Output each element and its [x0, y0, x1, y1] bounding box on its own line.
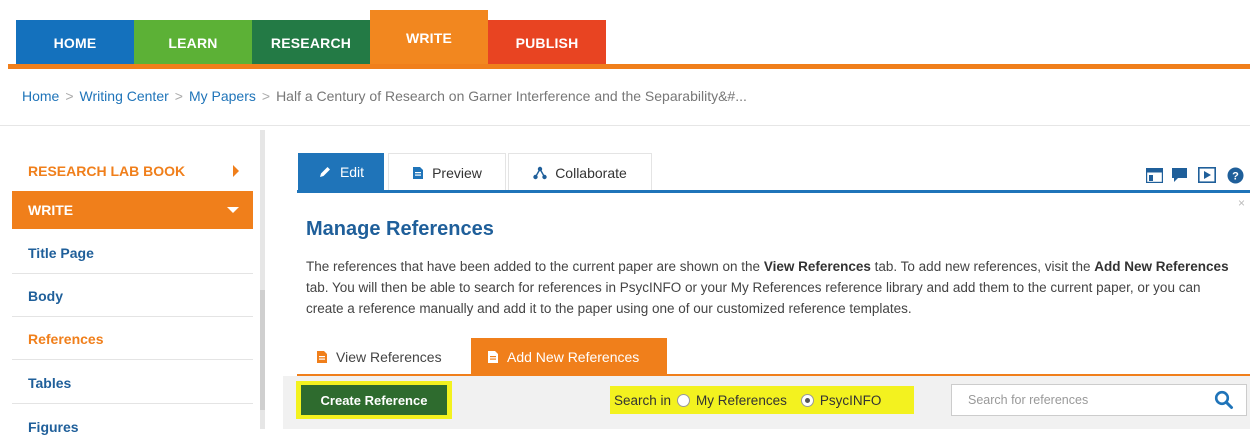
document-icon: [488, 351, 498, 363]
breadcrumb-home[interactable]: Home: [22, 88, 59, 104]
breadcrumb-separator: >: [261, 88, 271, 104]
radio-my-references-label[interactable]: My References: [696, 393, 787, 408]
header-divider: [0, 125, 1250, 126]
nav-tab-write[interactable]: WRITE: [370, 10, 488, 65]
nav-tab-home[interactable]: HOME: [16, 20, 134, 65]
nav-underline: [8, 64, 1250, 69]
sidebar-section-research-lab-book[interactable]: RESEARCH LAB BOOK: [12, 150, 253, 192]
sidebar-item-label: Tables: [28, 374, 72, 391]
search-source-selector: Search in My References PsycINFO: [610, 386, 914, 414]
desc-add-new-references: Add New References: [1094, 259, 1229, 274]
sidebar-item-body[interactable]: Body: [12, 275, 253, 317]
breadcrumb: Home > Writing Center > My Papers > Half a Cen…: [22, 88, 747, 104]
tab-underline: [297, 190, 1250, 193]
radio-psycinfo-label[interactable]: PsycINFO: [820, 393, 882, 408]
breadcrumb-separator: >: [65, 88, 74, 104]
sidebar-item-label: Title Page: [28, 244, 94, 261]
panel-description: The references that have been added to t…: [306, 256, 1236, 319]
sidebar-item-tables[interactable]: Tables: [12, 362, 253, 404]
sidebar-item-figures[interactable]: Figures: [12, 406, 253, 448]
nav-tab-publish[interactable]: PUBLISH: [488, 20, 606, 65]
tab-preview-label: Preview: [432, 164, 482, 181]
tab-preview[interactable]: Preview: [388, 153, 506, 191]
sidebar-item-label: Body: [28, 287, 63, 304]
collaborate-icon: [533, 166, 547, 179]
desc-text: tab. To add new references, visit the: [870, 259, 1095, 274]
nav-tab-research[interactable]: RESEARCH: [252, 20, 370, 65]
page-title: Manage References: [306, 218, 494, 240]
nav-tab-learn[interactable]: LEARN: [134, 20, 252, 65]
tab-add-new-references-label: Add New References: [507, 349, 640, 365]
chevron-right-icon: [233, 165, 239, 177]
tab-view-references[interactable]: View References: [310, 338, 460, 376]
sidebar-section-write[interactable]: WRITE: [12, 191, 253, 229]
close-icon[interactable]: ×: [1238, 196, 1245, 210]
radio-my-references[interactable]: [677, 393, 691, 407]
nav-tab-home-label: HOME: [53, 34, 97, 51]
svg-text:?: ?: [1232, 170, 1239, 182]
search-in-label: Search in: [614, 392, 672, 408]
sidebar-section-label: WRITE: [28, 202, 74, 218]
sidebar-scroll-thumb[interactable]: [260, 290, 265, 410]
nav-tab-publish-label: PUBLISH: [515, 34, 579, 51]
tab-edit[interactable]: Edit: [298, 153, 384, 191]
breadcrumb-writing-center[interactable]: Writing Center: [80, 88, 169, 104]
search-placeholder: Search for references: [968, 393, 1089, 407]
comment-icon[interactable]: [1170, 166, 1188, 184]
chevron-down-icon: [227, 207, 239, 213]
radio-psycinfo[interactable]: [800, 393, 814, 407]
nav-tab-research-label: RESEARCH: [270, 34, 352, 51]
sidebar-item-label: Figures: [28, 419, 79, 435]
desc-text: tab. You will then be able to search for…: [306, 280, 1201, 316]
breadcrumb-current: Half a Century of Research on Garner Int…: [276, 88, 747, 104]
create-reference-button[interactable]: Create Reference: [301, 385, 447, 415]
search-icon[interactable]: [1214, 390, 1234, 410]
tab-add-new-references[interactable]: Add New References: [471, 338, 667, 376]
sidebar-section-label: RESEARCH LAB BOOK: [28, 163, 186, 179]
sidebar-item-label: References: [28, 330, 104, 347]
pencil-icon: [319, 167, 330, 177]
sidebar-item-title-page[interactable]: Title Page: [12, 232, 253, 274]
tab-edit-label: Edit: [339, 164, 365, 180]
tab-collaborate[interactable]: Collaborate: [508, 153, 652, 191]
tab-view-references-label: View References: [336, 349, 442, 365]
search-input[interactable]: Search for references: [951, 384, 1247, 416]
layout-icon[interactable]: [1145, 166, 1163, 184]
breadcrumb-my-papers[interactable]: My Papers: [189, 88, 256, 104]
nav-tab-write-label: WRITE: [405, 29, 453, 46]
nav-tab-learn-label: LEARN: [168, 34, 218, 51]
play-video-icon[interactable]: [1198, 166, 1216, 184]
desc-text: The references that have been added to t…: [306, 259, 764, 274]
document-icon: [317, 351, 327, 363]
sidebar-item-references[interactable]: References: [12, 318, 253, 360]
document-icon: [413, 166, 424, 179]
help-icon[interactable]: ?: [1226, 166, 1244, 184]
breadcrumb-separator: >: [174, 88, 183, 104]
tab-collaborate-label: Collaborate: [555, 164, 627, 181]
desc-view-references: View References: [763, 259, 871, 274]
